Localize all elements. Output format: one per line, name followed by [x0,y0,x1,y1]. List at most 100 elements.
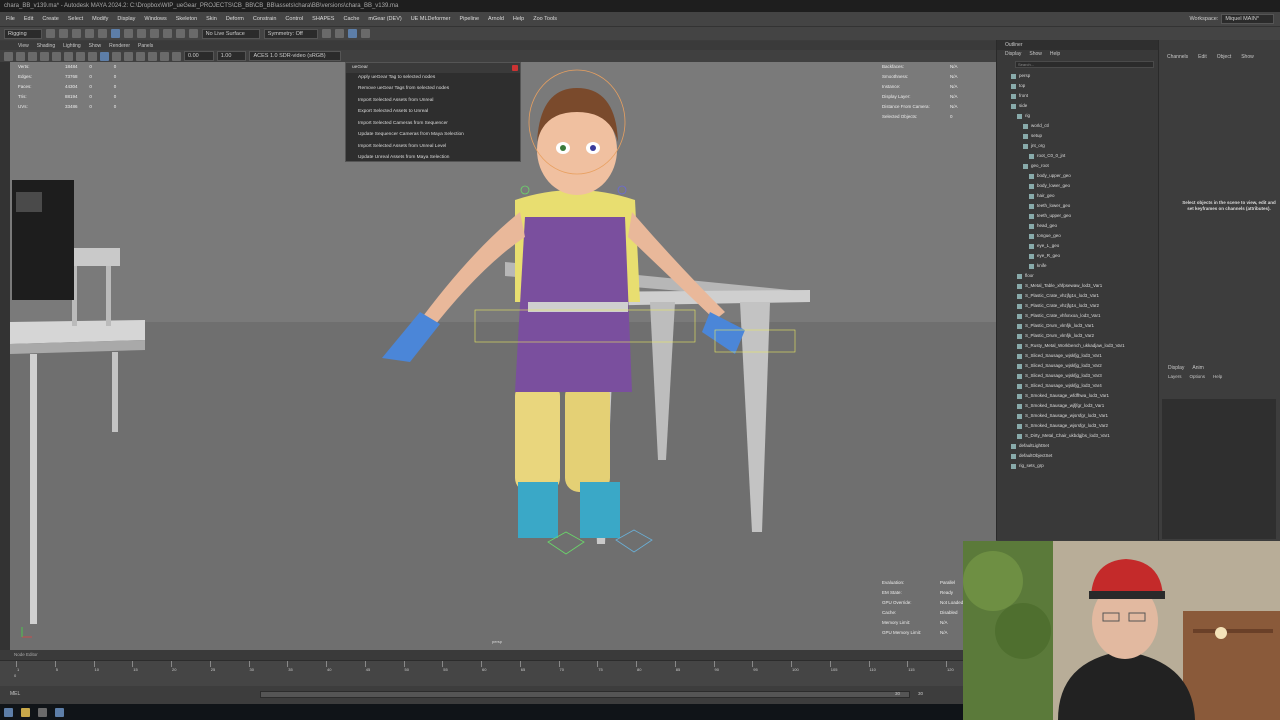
uegear-menu-item[interactable]: Apply ueGear Tag to selected nodes [346,73,520,84]
outliner-node[interactable]: body_lower_geo [1011,181,1158,191]
outliner-node[interactable]: S_Sliced_Sausage_wjskfjg_lod3_Var1 [1011,351,1158,361]
camera-attributes-icon[interactable] [16,51,25,61]
uegear-menu-item[interactable]: Update Sequencer Cameras from Maya Selec… [346,130,520,141]
layer-list[interactable] [1162,399,1276,539]
uegear-menu-item[interactable]: Export Selected Assets to Unreal [346,107,520,118]
obs-icon[interactable] [38,707,47,717]
layer-tab-display[interactable]: Display [1168,365,1184,371]
outliner-node[interactable]: defaultLightSet [1011,441,1158,451]
isolate-select-icon[interactable] [160,51,169,61]
panel-menu-panels[interactable]: Panels [138,43,153,49]
exposure-field[interactable]: 0.00 [184,51,214,61]
menu-mgear-dev-[interactable]: mGear (DEV) [368,16,401,22]
menu-file[interactable]: File [6,16,15,22]
outliner-node[interactable]: rig [1011,111,1158,121]
node-editor-tab[interactable]: Node Editor [0,650,963,660]
outliner-node[interactable]: teeth_upper_geo [1011,211,1158,221]
menu-ue-mldeformer[interactable]: UE MLDeformer [411,16,451,22]
ipr-render-icon[interactable] [334,29,344,38]
menu-arnold[interactable]: Arnold [488,16,504,22]
outliner-node[interactable]: S_Sliced_Sausage_wjskfjg_lod3_Var4 [1011,381,1158,391]
hypershade-icon[interactable] [360,29,370,38]
select-tool-icon[interactable] [110,29,120,38]
smooth-shade-icon[interactable] [100,51,109,61]
menu-pipeline[interactable]: Pipeline [459,16,479,22]
menu-display[interactable]: Display [117,16,135,22]
symmetry-dropdown[interactable]: Symmetry: Off [263,28,318,39]
outliner-node[interactable]: S_Sliced_Sausage_wjskfjg_lod3_Var2 [1011,361,1158,371]
colorspace-dropdown[interactable]: ACES 1.0 SDR-video (sRGB) [249,51,341,61]
panel-menu-renderer[interactable]: Renderer [109,43,130,49]
mode-dropdown[interactable]: Rigging [4,28,42,39]
menu-control[interactable]: Control [285,16,303,22]
outliner-node[interactable]: defaultObjectSet [1011,451,1158,461]
outliner-node[interactable]: teeth_lower_geo [1011,201,1158,211]
outliner-node[interactable]: S_Smoked_Sausage_wfdfhwa_lod3_Var1 [1011,391,1158,401]
snap-curve-icon[interactable] [162,29,172,38]
layer-menu-layers[interactable]: Layers [1168,374,1182,379]
render-settings-icon[interactable] [347,29,357,38]
panel-menu-shading[interactable]: Shading [37,43,55,49]
image-plane-icon[interactable] [40,51,49,61]
channel-menu-channels[interactable]: Channels [1167,52,1188,62]
select-camera-icon[interactable] [4,51,13,61]
menu-skin[interactable]: Skin [206,16,217,22]
menu-help[interactable]: Help [513,16,524,22]
outliner-node[interactable]: S_Sliced_Sausage_wjskfjg_lod3_Var3 [1011,371,1158,381]
outliner-node[interactable]: S_Dirty_Metal_Chair_ukbdgjbs_lod3_Var1 [1011,431,1158,441]
outliner-node[interactable]: S_Rusty_Metal_Workbench_ukkadjaw_lod3_Va… [1011,341,1158,351]
bookmark-icon[interactable] [28,51,37,61]
redo-icon[interactable] [97,29,107,38]
workspace-value[interactable]: Miquel MAIN* [1221,14,1274,24]
outliner-menu-help[interactable]: Help [1050,50,1060,59]
outliner-node[interactable]: eye_L_geo [1011,241,1158,251]
outliner-node[interactable]: world_ctl [1011,121,1158,131]
channel-menu-edit[interactable]: Edit [1198,52,1207,62]
save-scene-icon[interactable] [71,29,81,38]
wireframe-icon[interactable] [88,51,97,61]
menu-shapes[interactable]: SHAPES [312,16,334,22]
menu-create[interactable]: Create [42,16,59,22]
menu-zoo-tools[interactable]: Zoo Tools [533,16,557,22]
outliner-node[interactable]: side [1011,101,1158,111]
outliner-node[interactable]: S_Plastic_Crate_vhzjfg1s_lod3_Var1 [1011,291,1158,301]
snap-surface-icon[interactable] [188,29,198,38]
uegear-menu-item[interactable]: Import Selected Assets from Unreal [346,96,520,107]
outliner-node[interactable]: floor [1011,271,1158,281]
outliner-menu-display[interactable]: Display [1005,50,1021,59]
layer-menu-options[interactable]: Options [1190,374,1206,379]
outliner-node[interactable]: jnt_org [1011,141,1158,151]
xray-icon[interactable] [172,51,181,61]
channel-menu-show[interactable]: Show [1241,52,1254,62]
outliner-node[interactable]: geo_root [1011,161,1158,171]
snap-point-icon[interactable] [175,29,185,38]
outliner-node[interactable]: eye_R_geo [1011,251,1158,261]
menu-deform[interactable]: Deform [226,16,244,22]
new-scene-icon[interactable] [45,29,55,38]
outliner-node[interactable]: top [1011,81,1158,91]
maya-icon[interactable] [55,707,64,717]
file-explorer-icon[interactable] [21,707,30,717]
undo-icon[interactable] [84,29,94,38]
menu-select[interactable]: Select [68,16,83,22]
outliner-node[interactable]: knife [1011,261,1158,271]
menu-modify[interactable]: Modify [92,16,108,22]
menu-windows[interactable]: Windows [144,16,166,22]
range-end-field[interactable]: 30 [895,691,900,696]
outliner-node[interactable]: front [1011,91,1158,101]
channel-menu-object[interactable]: Object [1217,52,1231,62]
outliner-node[interactable]: rig_sets_grp [1011,461,1158,471]
outliner-node[interactable]: tongue_geo [1011,231,1158,241]
uegear-menu-item[interactable]: Import Selected Assets from Unreal Level [346,142,520,153]
outliner-search-input[interactable]: Search... [1015,61,1154,68]
outliner-node[interactable]: persp [1011,71,1158,81]
range-slider-bar[interactable] [260,691,910,698]
gamma-field[interactable]: 1.00 [216,51,247,61]
outliner-node[interactable]: S_Plastic_Crate_vhzjfg1s_lod3_Var2 [1011,301,1158,311]
outliner-menu-show[interactable]: Show [1029,50,1042,59]
render-icon[interactable] [321,29,331,38]
outliner-node[interactable]: S_Plastic_Crate_vhfxnxoa_lod3_Var1 [1011,311,1158,321]
layer-menu-help[interactable]: Help [1213,374,1222,379]
uegear-menu-item[interactable]: Update Unreal Assets from Maya Selection [346,153,520,164]
outliner-node[interactable]: root_C0_0_jnt [1011,151,1158,161]
